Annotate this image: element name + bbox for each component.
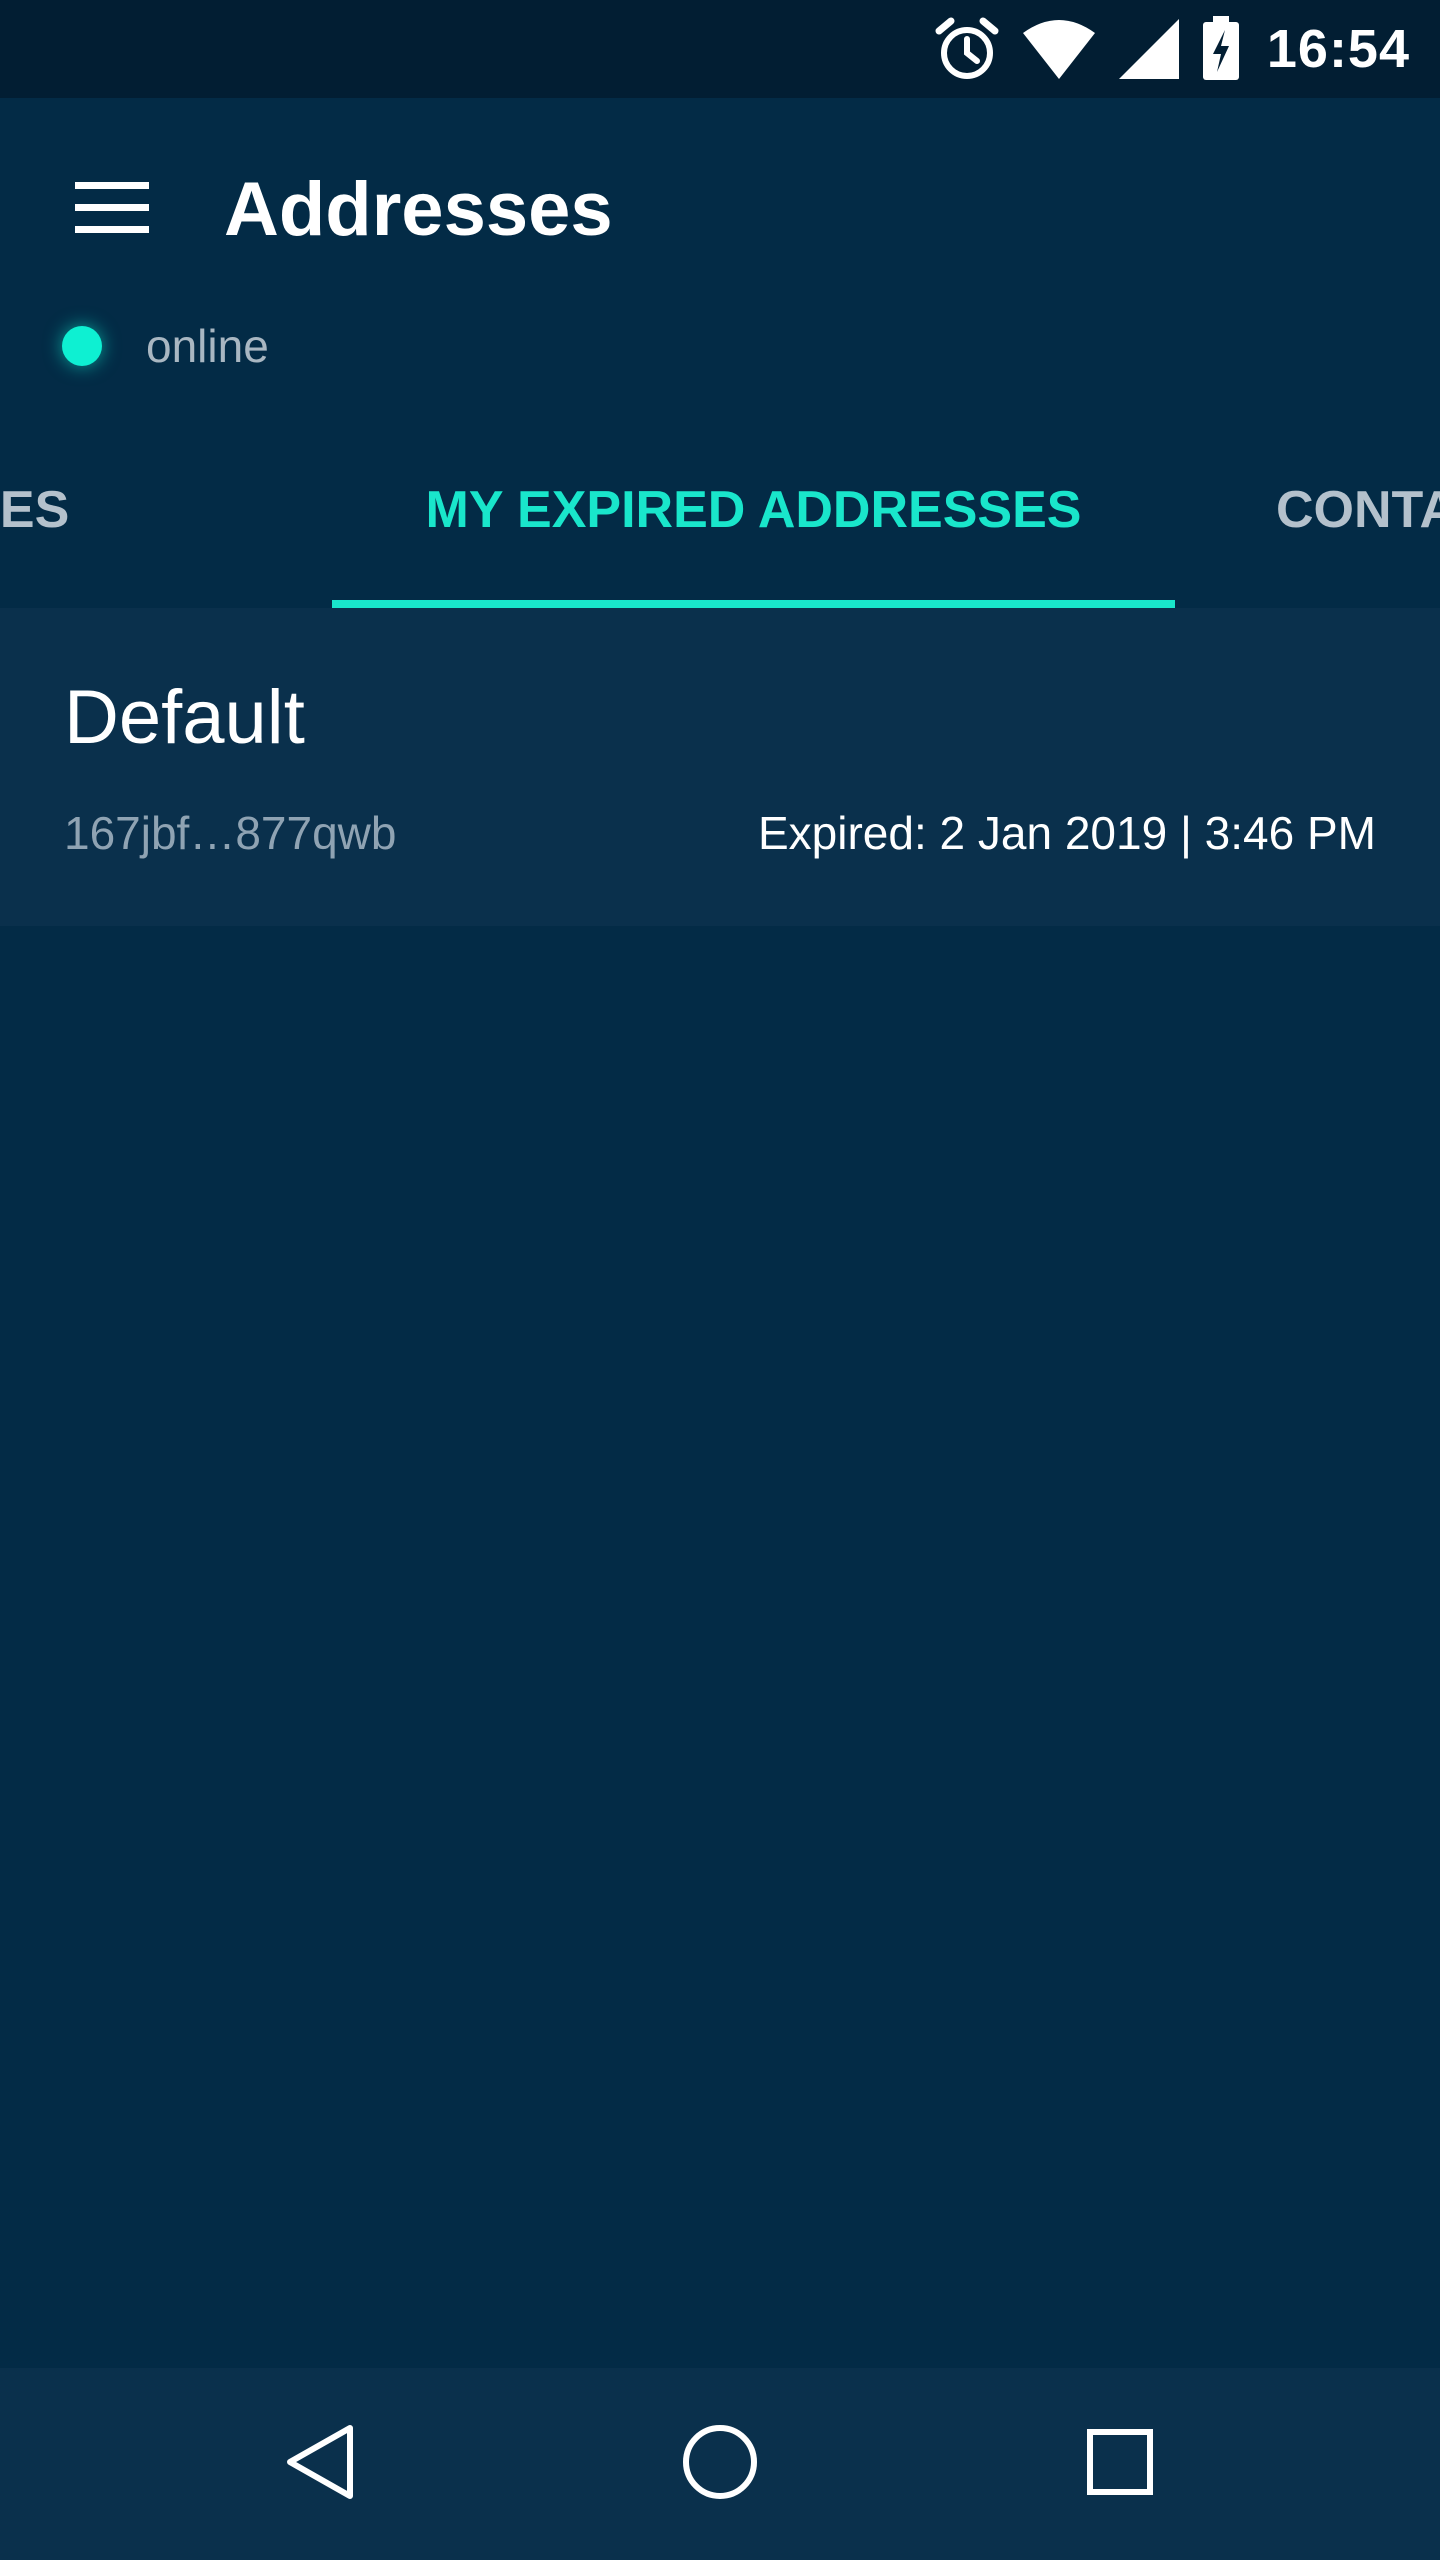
tab-contacts[interactable]: CONTA <box>1276 410 1440 610</box>
status-icons: 16:54 <box>933 0 1410 98</box>
battery-charging-icon <box>1201 16 1241 82</box>
page-title: Addresses <box>224 167 613 252</box>
address-list-item[interactable]: Default 167jbf…877qwb Expired: 2 Jan 201… <box>0 608 1440 926</box>
status-bar: 16:54 <box>0 0 1440 98</box>
address-expiry: Expired: 2 Jan 2019 | 3:46 PM <box>758 807 1376 859</box>
hamburger-menu-icon <box>75 181 149 239</box>
recent-apps-icon <box>1085 2427 1155 2502</box>
connection-status: online <box>62 318 269 374</box>
connection-status-label: online <box>146 320 269 372</box>
tab-my-expired-addresses[interactable]: MY EXPIRED ADDRESSES <box>332 410 1175 610</box>
status-time: 16:54 <box>1266 19 1410 79</box>
back-icon <box>284 2422 356 2507</box>
system-nav-bar <box>0 2368 1440 2560</box>
tab-selected-indicator <box>332 600 1175 608</box>
nav-back-button[interactable] <box>260 2404 380 2524</box>
alarm-icon <box>933 15 1001 83</box>
nav-recent-apps-button[interactable] <box>1060 2404 1180 2524</box>
online-status-dot <box>62 326 102 366</box>
address-name: Default <box>64 675 305 760</box>
cell-signal-icon <box>1117 17 1181 81</box>
wifi-icon <box>1021 17 1097 81</box>
address-id: 167jbf…877qwb <box>64 807 397 859</box>
screen: 16:54 Addresses online DRESSES MY EXPIRE… <box>0 0 1440 2560</box>
menu-button[interactable] <box>50 148 174 272</box>
tab-my-active-addresses[interactable]: DRESSES <box>0 410 230 610</box>
home-icon <box>680 2422 760 2507</box>
nav-home-button[interactable] <box>660 2404 780 2524</box>
tab-bar: DRESSES MY EXPIRED ADDRESSES CONTA <box>0 410 1440 610</box>
